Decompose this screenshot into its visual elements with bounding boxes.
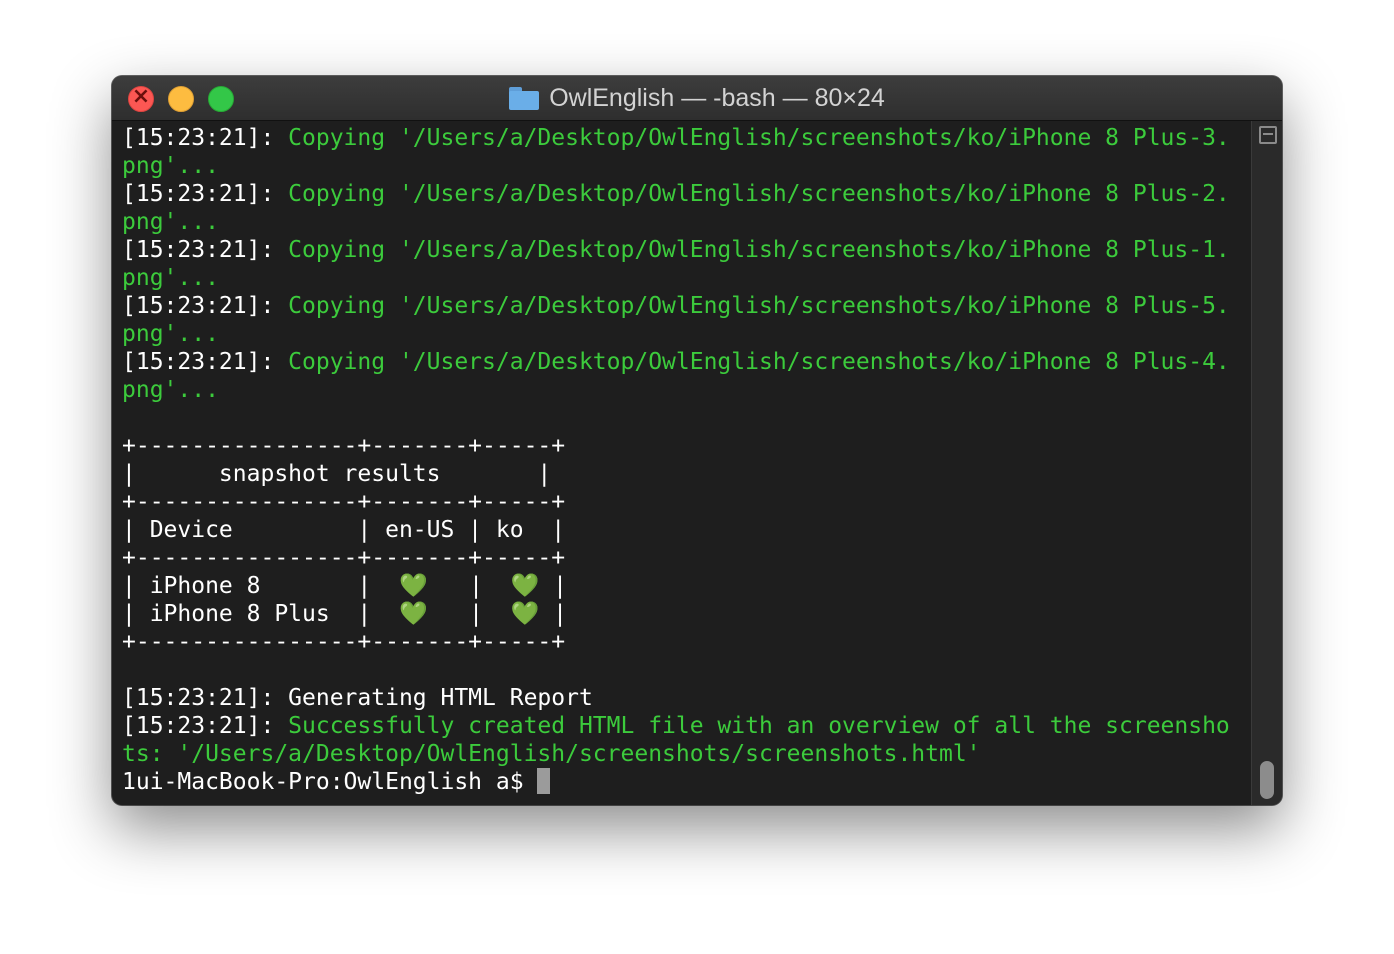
text-cursor [537, 768, 551, 794]
line-text: Copying '/Users/a/Desktop/OwlEnglish/scr… [288, 293, 1230, 319]
timestamp-prefix: [15:23:21]: [122, 349, 289, 375]
prompt-line[interactable]: 1ui-MacBook-Pro:OwlEnglish a$ [122, 768, 1252, 796]
line-text: Copying '/Users/a/Desktop/OwlEnglish/scr… [288, 237, 1230, 263]
terminal-line: png'... [122, 376, 1252, 404]
terminal-line: [15:23:21]: Copying '/Users/a/Desktop/Ow… [122, 180, 1252, 208]
line-text: +----------------+-------+-----+ [122, 489, 566, 515]
line-text: | snapshot results | [122, 461, 552, 487]
line-text: Successfully created HTML file with an o… [288, 713, 1230, 739]
terminal-line: +----------------+-------+-----+ [122, 432, 1252, 460]
terminal-line: png'... [122, 320, 1252, 348]
line-text: +----------------+-------+-----+ [122, 433, 566, 459]
terminal-window: OwlEnglish — -bash — 80×24 [15:23:21]: C… [112, 76, 1282, 805]
scroll-thumb[interactable] [1260, 761, 1274, 799]
timestamp-prefix: [15:23:21]: [122, 125, 289, 151]
line-text: | iPhone 8 Plus | 💚 | 💚 | [122, 601, 567, 627]
terminal-line: +----------------+-------+-----+ [122, 628, 1252, 656]
terminal-line: [15:23:21]: Copying '/Users/a/Desktop/Ow… [122, 124, 1252, 152]
split-pane-icon[interactable] [1259, 126, 1277, 144]
scrollbar[interactable] [1251, 121, 1282, 805]
timestamp-prefix: [15:23:21]: [122, 181, 289, 207]
window-title: OwlEnglish — -bash — 80×24 [549, 83, 885, 112]
terminal-line: [15:23:21]: Copying '/Users/a/Desktop/Ow… [122, 348, 1252, 376]
terminal-line: png'... [122, 152, 1252, 180]
line-text: png'... [122, 377, 219, 403]
terminal-line: +----------------+-------+-----+ [122, 544, 1252, 572]
title-bar[interactable]: OwlEnglish — -bash — 80×24 [112, 76, 1282, 121]
terminal-line: png'... [122, 264, 1252, 292]
line-text: Copying '/Users/a/Desktop/OwlEnglish/scr… [288, 349, 1230, 375]
terminal-line: | snapshot results | [122, 460, 1252, 488]
line-text: | Device | en-US | ko | [122, 517, 566, 543]
line-text: ts: '/Users/a/Desktop/OwlEnglish/screens… [122, 741, 981, 767]
terminal-line: | iPhone 8 Plus | 💚 | 💚 | [122, 600, 1252, 628]
terminal-line: +----------------+-------+-----+ [122, 488, 1252, 516]
line-text: png'... [122, 321, 219, 347]
line-text: +----------------+-------+-----+ [122, 545, 566, 571]
terminal-line: [15:23:21]: Successfully created HTML fi… [122, 712, 1252, 740]
line-text: png'... [122, 209, 219, 235]
terminal-line: | iPhone 8 | 💚 | 💚 | [122, 572, 1252, 600]
line-text: +----------------+-------+-----+ [122, 629, 566, 655]
timestamp-prefix: [15:23:21]: [122, 713, 289, 739]
terminal-line: [15:23:21]: Copying '/Users/a/Desktop/Ow… [122, 292, 1252, 320]
line-text: png'... [122, 153, 219, 179]
terminal-output[interactable]: [15:23:21]: Copying '/Users/a/Desktop/Ow… [122, 124, 1252, 800]
timestamp-prefix: [15:23:21]: [122, 685, 289, 711]
terminal-line: png'... [122, 208, 1252, 236]
folder-icon [509, 86, 540, 110]
line-text: | iPhone 8 | 💚 | 💚 | [122, 573, 567, 599]
window-title-container: OwlEnglish — -bash — 80×24 [112, 76, 1282, 120]
terminal-line: | Device | en-US | ko | [122, 516, 1252, 544]
line-text: png'... [122, 265, 219, 291]
timestamp-prefix: [15:23:21]: [122, 237, 289, 263]
terminal-line: [15:23:21]: Generating HTML Report [122, 684, 1252, 712]
terminal-line: ts: '/Users/a/Desktop/OwlEnglish/screens… [122, 740, 1252, 768]
terminal-line: [15:23:21]: Copying '/Users/a/Desktop/Ow… [122, 236, 1252, 264]
line-text: Copying '/Users/a/Desktop/OwlEnglish/scr… [288, 181, 1230, 207]
timestamp-prefix: [15:23:21]: [122, 293, 289, 319]
line-text: Copying '/Users/a/Desktop/OwlEnglish/scr… [288, 125, 1230, 151]
line-text: Generating HTML Report [288, 685, 593, 711]
shell-prompt: 1ui-MacBook-Pro:OwlEnglish a$ [122, 769, 538, 795]
